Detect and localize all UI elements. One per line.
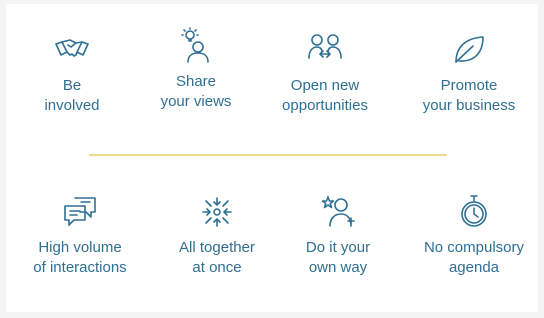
feature-label: No compulsory agenda (423, 239, 525, 276)
feature-label: Promote your business (422, 77, 516, 114)
features-panel: Be involved Share your views Open new op (6, 4, 538, 312)
feature-label: Do it your own way (305, 239, 371, 276)
stopwatch-icon (454, 192, 494, 232)
feature-no-agenda: No compulsory agenda (406, 192, 542, 278)
feature-open-opportunities: Open new opportunities (257, 30, 393, 116)
leaf-icon (449, 30, 489, 70)
feature-be-involved: Be involved (4, 30, 140, 116)
feature-all-together: All together at once (149, 192, 285, 278)
feature-promote-business: Promote your business (401, 30, 537, 116)
converge-arrows-icon (197, 192, 237, 232)
chat-bubbles-icon (60, 192, 100, 232)
feature-label: Share your views (160, 73, 232, 110)
linked-people-icon (305, 30, 345, 70)
handshake-icon (52, 30, 92, 70)
feature-high-volume: High volume of interactions (12, 192, 148, 278)
feature-label: Open new opportunities (282, 77, 368, 114)
divider (89, 154, 447, 156)
feature-label: Be involved (44, 77, 100, 114)
idea-person-icon (176, 26, 216, 66)
feature-own-way: Do it your own way (270, 192, 406, 278)
feature-label: High volume of interactions (33, 239, 127, 276)
feature-label: All together at once (179, 239, 255, 276)
feature-share-views: Share your views (128, 26, 264, 112)
person-star-icon (318, 192, 358, 232)
